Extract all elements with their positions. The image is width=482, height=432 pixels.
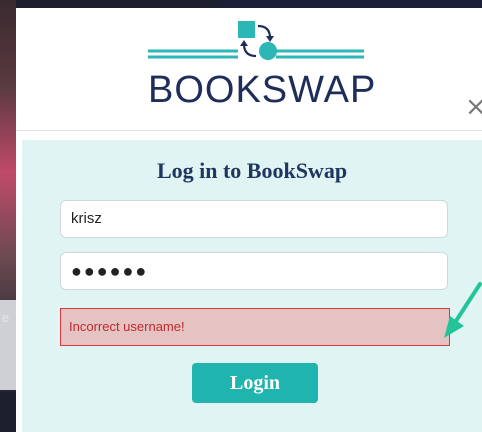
book-swap-logo: BOOKSWAP <box>146 18 377 118</box>
background-page-header <box>222 0 482 8</box>
login-button[interactable]: Login <box>192 363 318 403</box>
form-title: Log in to BookSwap <box>156 158 348 183</box>
modal-header: BOOKSWAP × <box>16 8 482 131</box>
password-field[interactable]: ●●●●●● <box>60 252 448 290</box>
background-page-text: e <box>2 310 10 325</box>
login-form: Log in to BookSwap krisz ●●●●●● Incorrec… <box>22 140 482 432</box>
screen: e BOOKSWAP × Log in to BookSwap krisz ●●… <box>0 0 482 432</box>
username-field[interactable]: krisz <box>60 200 448 238</box>
login-modal: BOOKSWAP × Log in to BookSwap krisz ●●●●… <box>16 8 482 432</box>
close-icon[interactable]: × <box>465 94 482 120</box>
background-page-footer <box>0 392 16 432</box>
brand-name: BOOKSWAP <box>148 69 377 111</box>
error-message: Incorrect username! <box>60 308 450 346</box>
arrow-pointer-icon <box>444 282 482 338</box>
